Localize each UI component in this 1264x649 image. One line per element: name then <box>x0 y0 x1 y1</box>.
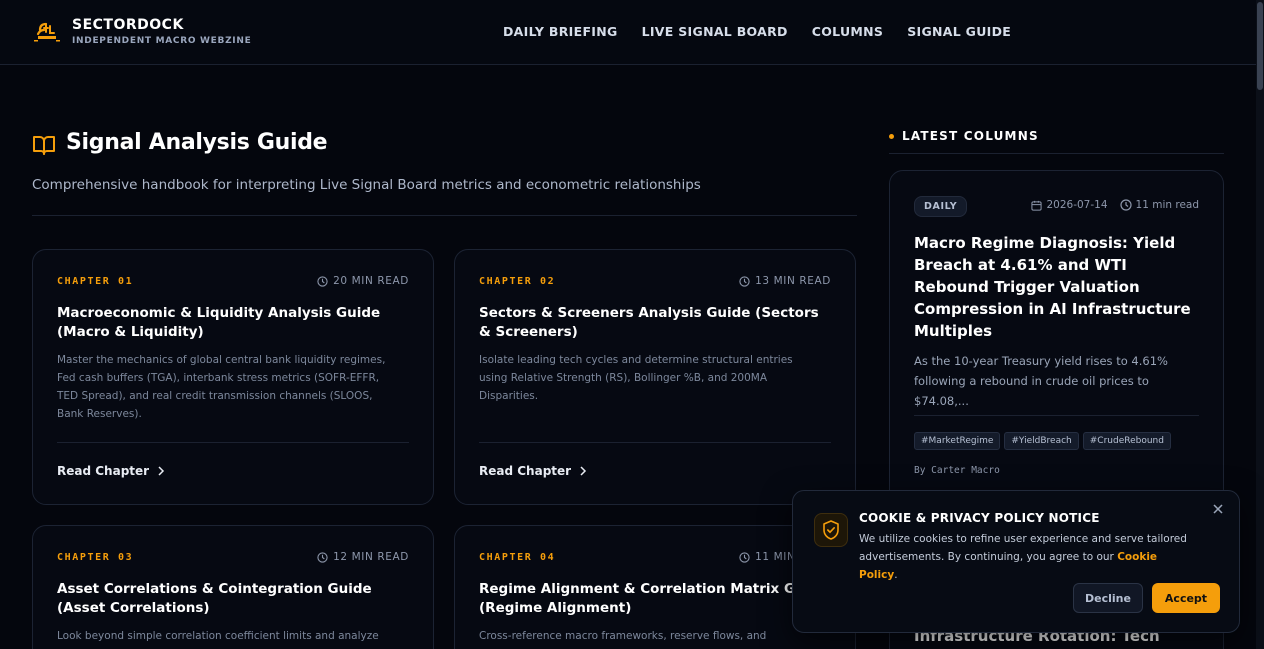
shield-check-icon <box>814 513 848 547</box>
accent-dot <box>889 133 894 139</box>
cookie-banner: COOKIE & PRIVACY POLICY NOTICE We utiliz… <box>792 490 1240 633</box>
chapter-description: Isolate leading tech cycles and determin… <box>479 354 793 402</box>
article-date: 2026-07-14 <box>1046 199 1108 211</box>
book-open-icon <box>33 136 55 155</box>
article-read-time: 11 min read <box>1135 199 1199 211</box>
chapter-title[interactable]: Sectors & Screeners Analysis Guide (Sect… <box>479 304 835 342</box>
chapter-description: Master the mechanics of global central b… <box>57 354 386 420</box>
clock-icon <box>317 275 328 287</box>
chapter-label: CHAPTER 03 <box>57 552 134 563</box>
read-chapter-link[interactable]: Read Chapter <box>57 464 165 478</box>
nav-live-signal-board[interactable]: LIVE SIGNAL BOARD <box>642 24 788 39</box>
clock-icon <box>317 551 328 563</box>
page-scrollbar[interactable] <box>1256 0 1264 649</box>
read-time-text: 12 MIN READ <box>333 551 409 563</box>
scrollbar-thumb[interactable] <box>1257 2 1263 90</box>
chapter-title[interactable]: Regime Alignment & Correlation Matrix Gu… <box>479 580 835 618</box>
chart-logo-icon[interactable] <box>32 18 62 46</box>
article-excerpt: As the 10-year Treasury yield rises to 4… <box>914 354 1168 408</box>
page-subtitle: Comprehensive handbook for interpreting … <box>32 177 701 193</box>
chapter-description: Cross-reference macro frameworks, reserv… <box>479 630 767 649</box>
sidebar-heading-text: LATEST COLUMNS <box>902 129 1039 143</box>
tag[interactable]: #MarketRegime <box>914 432 1001 450</box>
read-chapter-link[interactable]: Read Chapter <box>479 464 587 478</box>
clock-icon <box>739 275 750 287</box>
clock-icon <box>739 551 750 563</box>
sidebar-heading: LATEST COLUMNS <box>889 129 1039 143</box>
read-chapter-label[interactable]: Read Chapter <box>57 464 149 478</box>
chapter-title[interactable]: Macroeconomic & Liquidity Analysis Guide… <box>57 304 413 342</box>
tag-list: #MarketRegime #YieldBreach #CrudeRebound <box>914 432 1171 450</box>
chapter-label: CHAPTER 04 <box>479 552 556 563</box>
article-meta: 2026-07-14 11 min read <box>1031 199 1199 211</box>
chevron-right-icon <box>580 466 587 476</box>
chapter-title[interactable]: Asset Correlations & Cointegration Guide… <box>57 580 413 618</box>
page-title: Signal Analysis Guide <box>66 130 328 155</box>
nav-signal-guide[interactable]: SIGNAL GUIDE <box>907 24 1011 39</box>
tag[interactable]: #YieldBreach <box>1004 432 1079 450</box>
decline-button[interactable]: Decline <box>1073 583 1143 613</box>
article-title[interactable]: Macro Regime Diagnosis: Yield Breach at … <box>914 232 1204 342</box>
chapter-label: CHAPTER 01 <box>57 276 134 287</box>
read-time-text: 13 MIN READ <box>755 275 831 287</box>
site-header: SECTORDOCK INDEPENDENT MACRO WEBZINE DAI… <box>0 0 1256 65</box>
read-time-text: 20 MIN READ <box>333 275 409 287</box>
brand-name[interactable]: SECTORDOCK <box>72 17 184 33</box>
cookie-title: COOKIE & PRIVACY POLICY NOTICE <box>859 511 1100 525</box>
read-time: 12 MIN READ <box>317 551 409 563</box>
chapter-label: CHAPTER 02 <box>479 276 556 287</box>
close-icon[interactable] <box>1211 503 1225 517</box>
main-nav: DAILY BRIEFING LIVE SIGNAL BOARD COLUMNS… <box>503 24 1011 39</box>
chevron-right-icon <box>158 466 165 476</box>
nav-daily-briefing[interactable]: DAILY BRIEFING <box>503 24 618 39</box>
accept-button[interactable]: Accept <box>1152 583 1220 613</box>
chapter-card-01[interactable]: CHAPTER 01 20 MIN READ Macroeconomic & L… <box>32 249 434 505</box>
chapter-card-02[interactable]: CHAPTER 02 13 MIN READ Sectors & Screene… <box>454 249 856 505</box>
nav-columns[interactable]: COLUMNS <box>812 24 883 39</box>
cookie-text-end: . <box>894 569 898 581</box>
clock-icon <box>1119 199 1132 211</box>
cookie-text: We utilize cookies to refine user experi… <box>859 530 1199 584</box>
divider <box>914 415 1199 416</box>
calendar-icon <box>1031 200 1043 211</box>
divider <box>479 442 831 443</box>
brand-tagline: INDEPENDENT MACRO WEBZINE <box>72 36 252 46</box>
tag[interactable]: #CrudeRebound <box>1082 432 1171 450</box>
divider <box>32 215 857 216</box>
divider <box>889 153 1224 154</box>
read-time: 13 MIN READ <box>739 275 831 287</box>
read-chapter-label[interactable]: Read Chapter <box>479 464 571 478</box>
chapter-card-03[interactable]: CHAPTER 03 12 MIN READ Asset Correlation… <box>32 525 434 649</box>
article-author: By Carter Macro <box>914 465 1000 476</box>
read-time: 20 MIN READ <box>317 275 409 287</box>
divider <box>57 442 409 443</box>
chapter-description: Look beyond simple correlation coefficie… <box>57 630 379 649</box>
category-badge: DAILY <box>914 196 968 217</box>
